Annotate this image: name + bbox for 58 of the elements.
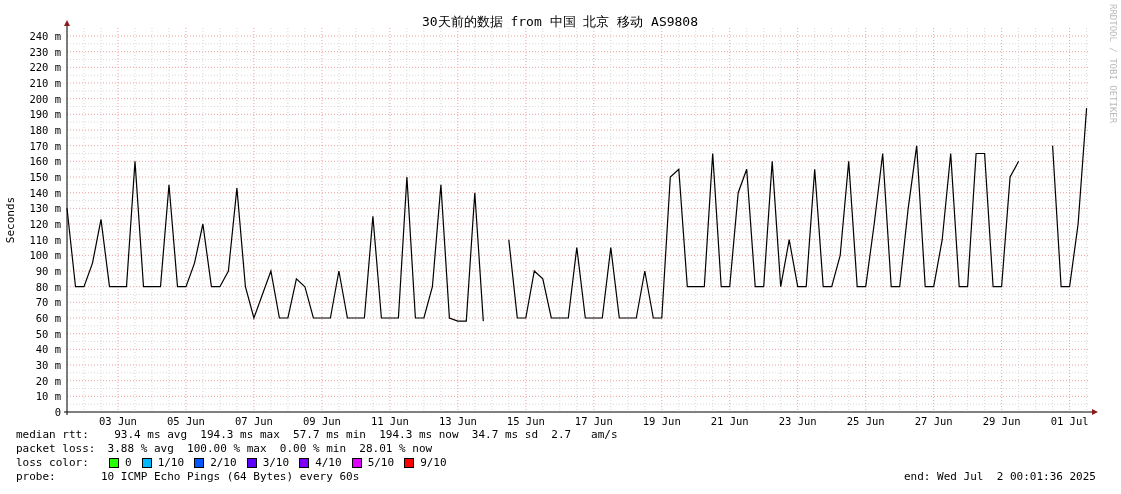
chart-title: 30天前的数据 from 中国 北京 移动 AS9808 bbox=[421, 14, 699, 29]
y-tick-label: 220 m bbox=[29, 61, 61, 74]
y-tick-label: 160 m bbox=[29, 155, 61, 168]
y-axis-label: Seconds bbox=[4, 196, 17, 244]
legend-label: 9/10 bbox=[420, 456, 447, 470]
watermark-text: RRDTOOL / TOBI OETIKER bbox=[1108, 4, 1117, 124]
y-tick-label: 50 m bbox=[35, 327, 61, 340]
x-tick-label: 29 Jun bbox=[982, 415, 1021, 427]
stat-values: 93.4 ms avg 194.3 ms max 57.7 ms min 194.3 ms now 34.7 ms sd 2.7 am/s bbox=[113, 428, 618, 442]
y-tick-label: 230 m bbox=[29, 45, 61, 58]
series-name: median rtt: bbox=[16, 428, 90, 442]
stat-label: probe: bbox=[16, 470, 57, 484]
y-tick-label: 80 m bbox=[35, 280, 61, 293]
legend-label: 2/10 bbox=[210, 456, 237, 470]
y-tick-label: 10 m bbox=[35, 390, 61, 403]
x-tick-label: 19 Jun bbox=[642, 415, 681, 427]
legend-label: 5/10 bbox=[367, 456, 395, 470]
x-tick-label: 09 Jun bbox=[302, 415, 341, 427]
stat-values: 3.88 % avg 100.00 % max 0.00 % min 28.01 % now bbox=[106, 442, 433, 456]
y-tick-label: 240 m bbox=[29, 30, 61, 42]
x-tick-label: 21 Jun bbox=[710, 415, 749, 427]
x-tick-label: 25 Jun bbox=[846, 415, 885, 427]
stat-label: loss color: bbox=[16, 456, 90, 470]
x-tick-label: 07 Jun bbox=[234, 415, 273, 427]
x-tick-label: 27 Jun bbox=[914, 415, 953, 427]
y-tick-label: 40 m bbox=[35, 343, 61, 356]
y-tick-label: 140 m bbox=[29, 186, 61, 199]
x-tick-label: 03 Jun bbox=[99, 415, 137, 427]
y-tick-label: 190 m bbox=[29, 108, 61, 121]
legend-label: 1/10 bbox=[157, 456, 185, 470]
y-tick-label: 90 m bbox=[35, 265, 61, 277]
end-time: end: Wed Jul 2 00:01:36 2025 bbox=[903, 470, 1096, 484]
x-tick-label: 11 Jun bbox=[370, 415, 409, 427]
x-tick-label: 17 Jun bbox=[574, 415, 613, 427]
x-tick-label: 01 Jul bbox=[1050, 415, 1089, 427]
legend-label: 0 bbox=[125, 456, 132, 470]
y-tick-label: 110 m bbox=[29, 233, 61, 246]
x-tick-label: 15 Jun bbox=[506, 415, 545, 427]
legend-label: 3/10 bbox=[262, 456, 290, 470]
y-tick-label: 20 m bbox=[35, 374, 61, 387]
y-tick-label: 150 m bbox=[29, 171, 61, 183]
legend-label: 4/10 bbox=[315, 456, 342, 470]
y-tick-label: 130 m bbox=[29, 202, 61, 215]
y-tick-label: 120 m bbox=[29, 218, 61, 230]
y-tick-label: 170 m bbox=[29, 139, 61, 152]
y-tick-label: 100 m bbox=[29, 249, 61, 262]
y-tick-label: 0 bbox=[54, 406, 61, 418]
y-tick-label: 200 m bbox=[29, 92, 61, 105]
y-tick-label: 210 m bbox=[29, 77, 61, 89]
y-tick-label: 60 m bbox=[35, 312, 61, 324]
x-tick-label: 13 Jun bbox=[438, 415, 477, 427]
x-tick-label: 23 Jun bbox=[778, 415, 817, 427]
stat-label: packet loss: bbox=[16, 442, 97, 456]
x-tick-label: 05 Jun bbox=[167, 415, 205, 427]
y-tick-label: 180 m bbox=[29, 124, 61, 136]
y-tick-label: 70 m bbox=[35, 296, 61, 309]
y-tick-label: 30 m bbox=[35, 359, 61, 371]
probe-text: 10 ICMP Echo Pings (64 Bytes) every 60s bbox=[101, 470, 360, 484]
